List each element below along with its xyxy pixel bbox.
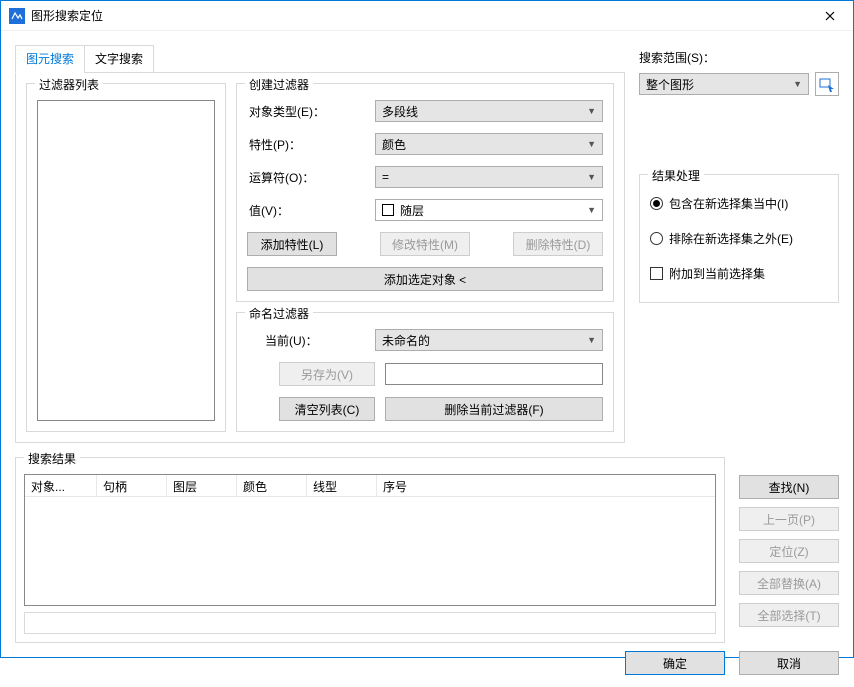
mid-column: 创建过滤器 对象类型(E)： 多段线 ▼ <box>236 83 614 432</box>
checkbox-append-label: 附加到当前选择集 <box>669 265 765 282</box>
scope-label: 搜索范围(S)： <box>639 49 839 66</box>
add-selected-objects-button[interactable]: 添加选定对象 < <box>247 267 603 291</box>
scope-combo[interactable]: 整个图形 ▼ <box>639 73 809 95</box>
value-label: 值(V)： <box>247 202 365 219</box>
delete-property-button: 删除特性(D) <box>513 232 603 256</box>
save-as-name-input[interactable] <box>385 363 603 385</box>
side-buttons: 查找(N) 上一页(P) 定位(Z) 全部替换(A) 全部选择(T) <box>739 457 839 643</box>
chevron-down-icon: ▼ <box>587 205 596 215</box>
current-filter-value: 未命名的 <box>382 332 430 349</box>
col-linetype[interactable]: 线型 <box>307 475 377 496</box>
close-button[interactable] <box>807 1 853 31</box>
results-table[interactable]: 对象... 句柄 图层 颜色 线型 序号 <box>24 474 716 606</box>
dialog-footer: 确定 取消 <box>15 651 839 675</box>
spacer <box>639 114 839 156</box>
tab-text-search[interactable]: 文字搜索 <box>84 45 154 73</box>
dialog-body: 图元搜索 文字搜索 过滤器列表 创建过滤器 对象类型(E)： <box>1 31 853 687</box>
find-button[interactable]: 查找(N) <box>739 475 839 499</box>
chevron-down-icon: ▼ <box>793 79 802 89</box>
add-property-button[interactable]: 添加特性(L) <box>247 232 337 256</box>
operator-combo[interactable]: = ▼ <box>375 166 603 188</box>
chevron-down-icon: ▼ <box>587 335 596 345</box>
property-value: 颜色 <box>382 136 406 153</box>
result-handling-group: 结果处理 包含在新选择集当中(I) 排除在新选择集之外(E) 附加到当前选 <box>639 174 839 303</box>
tab-shape-search[interactable]: 图元搜索 <box>15 45 85 73</box>
radio-exclude-label: 排除在新选择集之外(E) <box>669 230 793 247</box>
radio-icon <box>650 232 663 245</box>
object-type-label: 对象类型(E)： <box>247 103 365 120</box>
replace-all-button: 全部替换(A) <box>739 571 839 595</box>
select-all-button: 全部选择(T) <box>739 603 839 627</box>
window-title: 图形搜索定位 <box>31 7 807 24</box>
clear-list-button[interactable]: 清空列表(C) <box>279 397 375 421</box>
titlebar: 图形搜索定位 <box>1 1 853 31</box>
col-object[interactable]: 对象... <box>25 475 97 496</box>
top-row: 图元搜索 文字搜索 过滤器列表 创建过滤器 对象类型(E)： <box>15 45 839 443</box>
status-area <box>24 612 716 634</box>
ok-button[interactable]: 确定 <box>625 651 725 675</box>
scope-value: 整个图形 <box>646 76 694 93</box>
chevron-down-icon: ▼ <box>587 139 596 149</box>
tab-strip: 图元搜索 文字搜索 <box>15 45 625 73</box>
property-label: 特性(P)： <box>247 136 365 153</box>
name-filter-group: 命名过滤器 当前(U)： 未命名的 ▼ <box>236 312 614 432</box>
create-filter-group: 创建过滤器 对象类型(E)： 多段线 ▼ <box>236 83 614 302</box>
dialog-window: 图形搜索定位 图元搜索 文字搜索 过滤器列表 创建过滤 <box>0 0 854 658</box>
operator-label: 运算符(O)： <box>247 169 365 186</box>
current-filter-label: 当前(U)： <box>247 332 365 349</box>
edit-property-button: 修改特性(M) <box>380 232 470 256</box>
property-combo[interactable]: 颜色 ▼ <box>375 133 603 155</box>
tab-pane: 图元搜索 文字搜索 过滤器列表 创建过滤器 对象类型(E)： <box>15 45 625 443</box>
search-results-group: 搜索结果 对象... 句柄 图层 颜色 线型 序号 <box>15 457 725 643</box>
right-column: 搜索范围(S)： 整个图形 ▼ <box>639 45 839 443</box>
locate-button: 定位(Z) <box>739 539 839 563</box>
filter-list-group: 过滤器列表 <box>26 83 226 432</box>
tab-body: 过滤器列表 创建过滤器 对象类型(E)： 多段线 ▼ <box>15 72 625 443</box>
col-color[interactable]: 颜色 <box>237 475 307 496</box>
results-header: 对象... 句柄 图层 颜色 线型 序号 <box>25 475 715 497</box>
filter-list-legend: 过滤器列表 <box>35 76 103 93</box>
scope-section: 搜索范围(S)： 整个图形 ▼ <box>639 49 839 96</box>
radio-include[interactable]: 包含在新选择集当中(I) <box>650 195 828 212</box>
filter-listbox[interactable] <box>37 100 215 421</box>
save-as-button: 另存为(V) <box>279 362 375 386</box>
chevron-down-icon: ▼ <box>587 172 596 182</box>
chevron-down-icon: ▼ <box>587 106 596 116</box>
object-type-combo[interactable]: 多段线 ▼ <box>375 100 603 122</box>
cancel-button[interactable]: 取消 <box>739 651 839 675</box>
value-combo[interactable]: 随层 ▼ <box>375 199 603 221</box>
object-type-value: 多段线 <box>382 103 418 120</box>
radio-include-label: 包含在新选择集当中(I) <box>669 195 788 212</box>
col-handle[interactable]: 句柄 <box>97 475 167 496</box>
current-filter-combo[interactable]: 未命名的 ▼ <box>375 329 603 351</box>
col-index[interactable]: 序号 <box>377 475 715 496</box>
delete-current-filter-button[interactable]: 删除当前过滤器(F) <box>385 397 603 421</box>
radio-icon <box>650 197 663 210</box>
create-filter-legend: 创建过滤器 <box>245 76 313 93</box>
operator-value: = <box>382 170 389 184</box>
app-icon <box>9 8 25 24</box>
search-results-legend: 搜索结果 <box>24 450 80 467</box>
value-value: 随层 <box>400 202 424 219</box>
pick-objects-button[interactable] <box>815 72 839 96</box>
bottom-row: 搜索结果 对象... 句柄 图层 颜色 线型 序号 查找(N) 上一页(P) <box>15 457 839 643</box>
radio-exclude[interactable]: 排除在新选择集之外(E) <box>650 230 828 247</box>
checkbox-icon <box>650 267 663 280</box>
col-layer[interactable]: 图层 <box>167 475 237 496</box>
name-filter-legend: 命名过滤器 <box>245 305 313 322</box>
checkbox-append[interactable]: 附加到当前选择集 <box>650 265 828 282</box>
color-swatch-icon <box>382 204 394 216</box>
result-handling-legend: 结果处理 <box>648 167 704 184</box>
prev-page-button: 上一页(P) <box>739 507 839 531</box>
